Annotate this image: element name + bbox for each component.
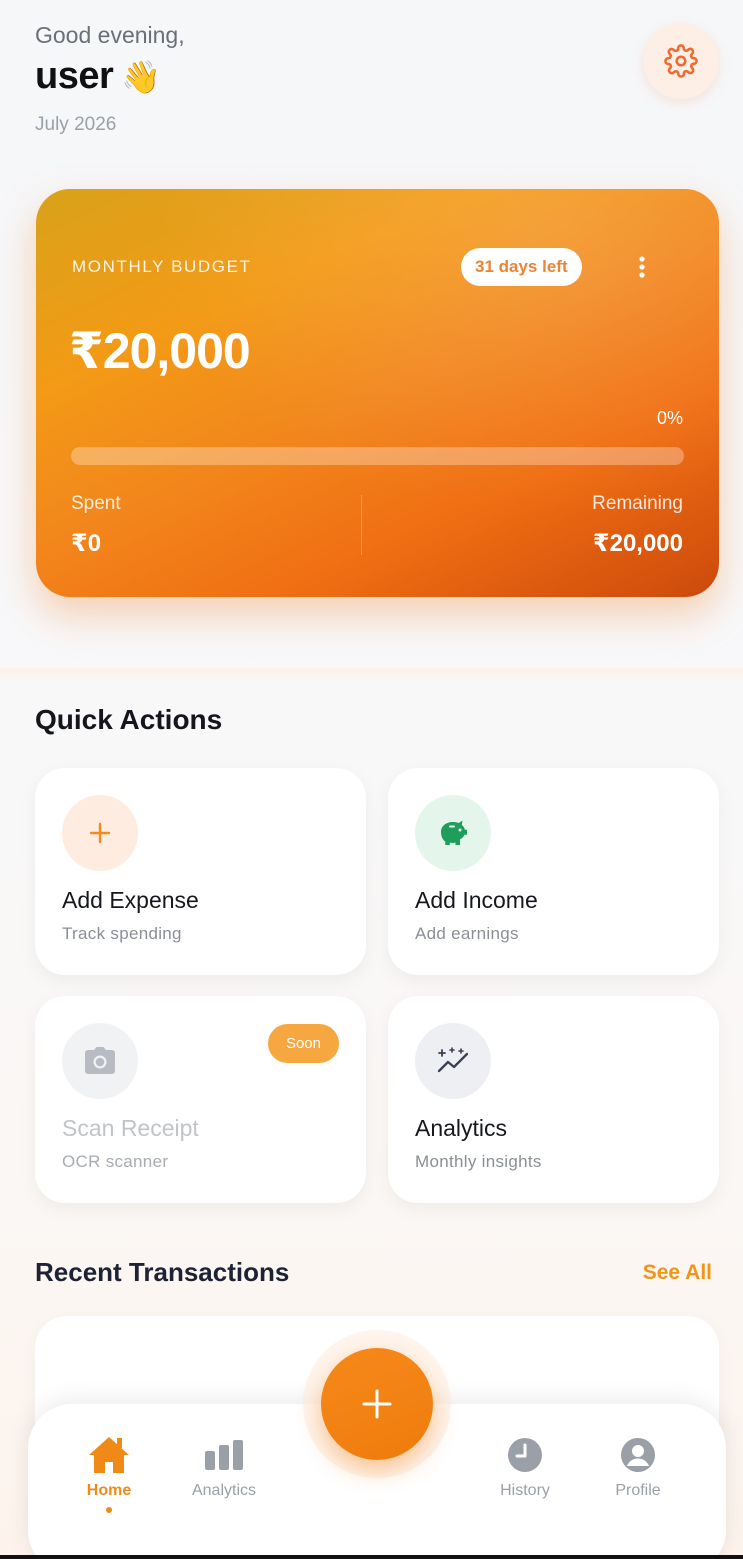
nav-analytics-label: Analytics xyxy=(191,1482,257,1499)
add-expense-icon-circle xyxy=(62,795,138,871)
scan-receipt-subtitle: OCR scanner xyxy=(62,1152,169,1171)
home-icon xyxy=(89,1437,129,1473)
nav-analytics[interactable]: Analytics xyxy=(169,1432,279,1500)
budget-divider xyxy=(361,495,362,555)
add-income-title: Add Income xyxy=(415,887,538,913)
recent-transactions-title: Recent Transactions xyxy=(35,1257,290,1287)
remaining-label: Remaining xyxy=(592,493,683,514)
wave-emoji-icon: 👋 xyxy=(121,59,161,95)
budget-more-button[interactable] xyxy=(629,251,655,283)
camera-icon xyxy=(85,1047,115,1074)
nav-active-indicator xyxy=(106,1507,112,1513)
user-icon xyxy=(621,1438,655,1472)
spent-label: Spent xyxy=(71,493,121,514)
add-income-icon-circle xyxy=(415,795,491,871)
see-all-link[interactable]: See All xyxy=(643,1261,712,1285)
add-expense-title: Add Expense xyxy=(62,887,199,913)
nav-home[interactable]: Home xyxy=(54,1432,164,1513)
settings-button[interactable] xyxy=(643,23,719,99)
username-text: user xyxy=(35,55,114,97)
section-separator xyxy=(0,668,743,682)
analytics-subtitle: Monthly insights xyxy=(415,1152,542,1171)
soon-badge: Soon xyxy=(267,1024,339,1063)
screen-bottom-edge xyxy=(0,1555,743,1559)
analytics-title: Analytics xyxy=(415,1115,508,1141)
current-month: July 2026 xyxy=(35,114,117,135)
bar-chart-icon xyxy=(205,1440,243,1470)
days-left-badge: 31 days left xyxy=(461,248,582,286)
sparkle-chart-icon xyxy=(437,1047,469,1073)
more-vertical-icon xyxy=(639,256,645,278)
add-income-subtitle: Add earnings xyxy=(415,924,519,943)
nav-home-label: Home xyxy=(86,1482,132,1499)
add-expense-subtitle: Track spending xyxy=(62,924,182,943)
analytics-icon-circle xyxy=(415,1023,491,1099)
budget-amount: ₹20,000 xyxy=(69,323,251,379)
gear-icon xyxy=(664,44,698,78)
username-heading: user 👋 xyxy=(35,55,161,98)
nav-profile[interactable]: Profile xyxy=(583,1432,693,1500)
scan-receipt-card[interactable]: Soon Scan Receipt OCR scanner xyxy=(35,996,366,1203)
budget-progress-track xyxy=(71,447,684,465)
quick-actions-title: Quick Actions xyxy=(35,704,223,735)
nav-profile-label: Profile xyxy=(615,1482,661,1499)
add-income-card[interactable]: Add Income Add earnings xyxy=(388,768,719,975)
budget-percent: 0% xyxy=(656,408,683,428)
piggy-bank-icon xyxy=(441,820,467,845)
analytics-card[interactable]: Analytics Monthly insights xyxy=(388,996,719,1203)
clock-icon xyxy=(508,1438,542,1472)
add-transaction-fab[interactable] xyxy=(321,1348,433,1460)
scan-receipt-title: Scan Receipt xyxy=(62,1115,199,1141)
plus-icon xyxy=(89,822,111,844)
plus-icon xyxy=(362,1389,392,1419)
spent-value: ₹0 xyxy=(71,530,102,557)
greeting-text: Good evening, xyxy=(35,22,185,48)
home-screen: Good evening, user 👋 July 2026 MONTHLY BU… xyxy=(0,0,743,1559)
remaining-value: ₹20,000 xyxy=(592,530,683,557)
nav-history[interactable]: History xyxy=(470,1432,580,1500)
monthly-budget-card[interactable]: MONTHLY BUDGET 31 days left ₹20,000 0% S… xyxy=(36,189,719,597)
nav-history-label: History xyxy=(500,1482,550,1499)
scan-receipt-icon-circle xyxy=(62,1023,138,1099)
budget-label: MONTHLY BUDGET xyxy=(72,257,252,276)
add-expense-card[interactable]: Add Expense Track spending xyxy=(35,768,366,975)
